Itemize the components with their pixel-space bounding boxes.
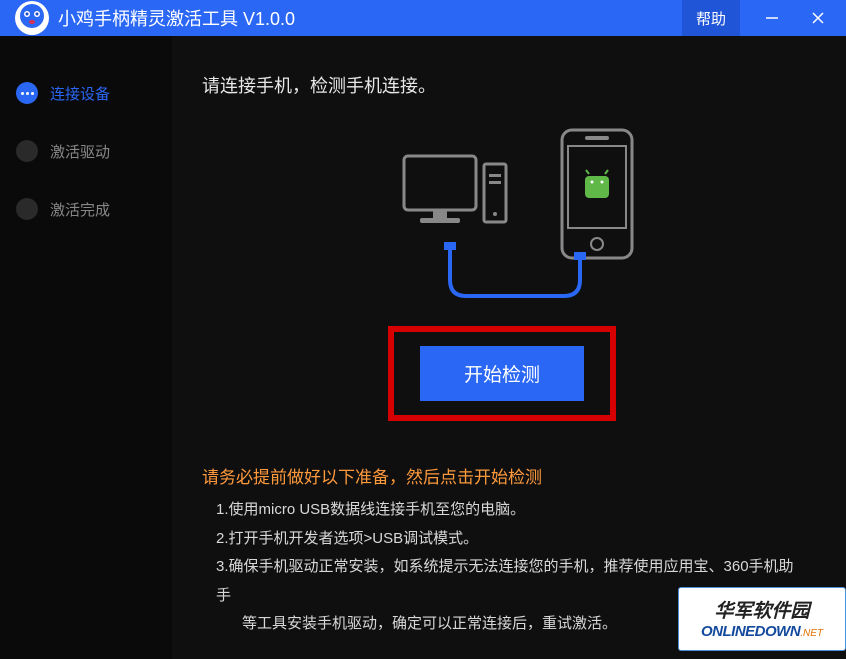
app-logo-icon <box>14 0 50 36</box>
watermark-en: ONLINEDOWN <box>701 623 800 640</box>
help-button[interactable]: 帮助 <box>682 0 740 36</box>
close-button[interactable] <box>804 4 832 32</box>
usb-cable-icon <box>430 242 600 312</box>
watermark-cn: 华军软件园 <box>714 596 809 623</box>
prep-title: 请务必提前做好以下准备，然后点击开始检测 <box>202 463 802 488</box>
prep-step: 2.打开手机开发者选项>USB调试模式。 <box>216 525 802 554</box>
start-detect-button[interactable]: 开始检测 <box>420 346 584 401</box>
sidebar-item-connect[interactable]: 连接设备 <box>0 64 172 122</box>
step-bullet-icon <box>16 198 38 220</box>
watermark-net: .NET <box>800 628 823 639</box>
sidebar-item-activate-driver[interactable]: 激活驱动 <box>0 122 172 180</box>
sidebar-item-label: 激活完成 <box>50 199 110 220</box>
watermark-badge: 华军软件园 ONLINEDOWN.NET <box>678 587 846 651</box>
step-bullet-icon <box>16 140 38 162</box>
minimize-button[interactable] <box>758 4 786 32</box>
computer-icon <box>402 154 512 254</box>
sidebar-item-complete[interactable]: 激活完成 <box>0 180 172 238</box>
main-content: 请连接手机，检测手机连接。 <box>172 36 846 659</box>
sidebar: 连接设备 激活驱动 激活完成 <box>0 36 172 659</box>
sidebar-item-label: 激活驱动 <box>50 141 110 162</box>
app-title: 小鸡手柄精灵激活工具 V1.0.0 <box>58 5 295 31</box>
instruction-text: 请连接手机，检测手机连接。 <box>202 72 802 98</box>
highlight-annotation: 开始检测 <box>388 326 616 421</box>
sidebar-item-label: 连接设备 <box>50 83 110 104</box>
titlebar: 小鸡手柄精灵激活工具 V1.0.0 帮助 <box>0 0 846 36</box>
step-bullet-icon <box>16 82 38 104</box>
prep-step: 1.使用micro USB数据线连接手机至您的电脑。 <box>216 496 802 525</box>
connection-illustration <box>202 126 802 306</box>
